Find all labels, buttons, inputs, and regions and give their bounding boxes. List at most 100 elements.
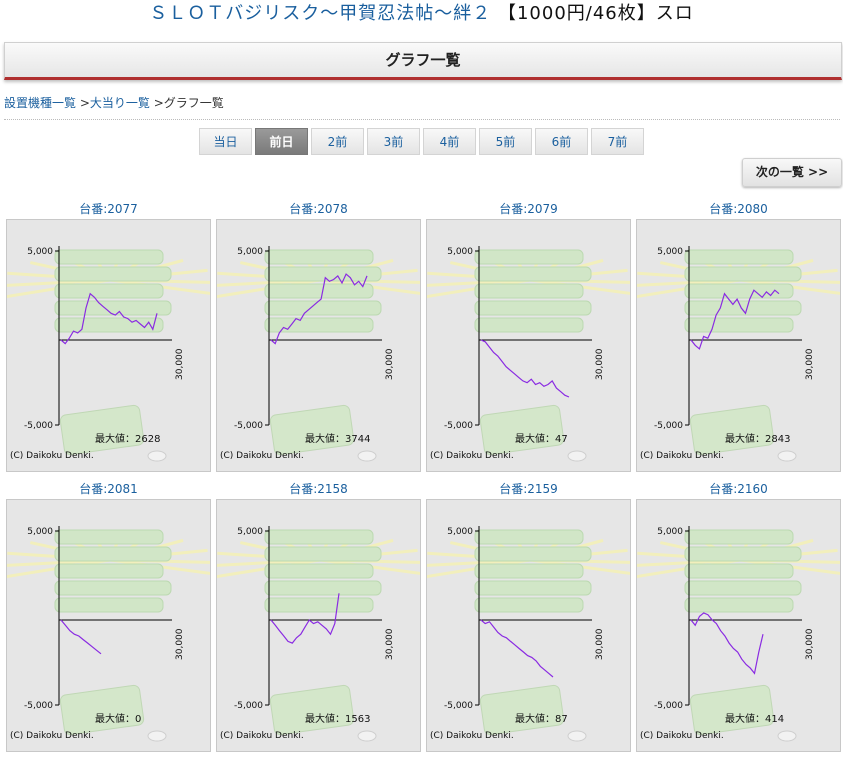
- machine-number-link[interactable]: 台番:2081: [6, 479, 211, 499]
- copyright-text: (C) Daikoku Denki.: [640, 731, 724, 741]
- max-value: 最大値：87: [515, 710, 568, 725]
- machine-number-link[interactable]: 台番:2079: [426, 199, 631, 219]
- y-min-label: -5,000: [24, 421, 53, 431]
- slump-graph[interactable]: 5,000 -5,000 30,000 最大値：3744 (C) Daikoku Den…: [216, 219, 421, 472]
- max-value-number: 1563: [345, 714, 371, 725]
- max-value-number: 3744: [345, 434, 371, 445]
- machine-number-link[interactable]: 台番:2077: [6, 199, 211, 219]
- max-value-number: 47: [555, 434, 568, 445]
- copyright-text: (C) Daikoku Denki.: [10, 451, 94, 461]
- breadcrumb-separator: >: [76, 96, 90, 110]
- slump-graph[interactable]: 5,000 -5,000 30,000 最大値：2628 (C) Daikoku Den…: [6, 219, 211, 472]
- y-min-label: -5,000: [654, 701, 683, 711]
- x-tick-label: 30,000: [175, 348, 185, 380]
- machine-number-link[interactable]: 台番:2160: [636, 479, 841, 499]
- y-max-label: 5,000: [237, 527, 263, 537]
- max-value: 最大値：47: [515, 430, 568, 445]
- machine-graph-card: 台番:2077 5,000 -5,000 30,000 最大値：2628 (C) Daik…: [6, 199, 211, 472]
- tab-day-5[interactable]: 5前: [479, 128, 532, 155]
- y-max-label: 5,000: [237, 247, 263, 257]
- day-tabs: 当日 前日 2前 3前 4前 5前 6前 7前: [199, 128, 644, 155]
- max-value-number: 414: [765, 714, 785, 725]
- max-value-prefix: 最大値：: [515, 434, 555, 445]
- tab-day-1[interactable]: 前日: [255, 128, 308, 155]
- next-list-button[interactable]: 次の一覧 >>: [742, 158, 842, 187]
- breadcrumb: 設置機種一覧 >大当り一覧 >グラフ一覧: [4, 94, 224, 111]
- slump-graph[interactable]: 5,000 -5,000 30,000 最大値：47 (C) Daikoku Denki…: [426, 219, 631, 472]
- copyright-text: (C) Daikoku Denki.: [10, 731, 94, 741]
- machine-number-link[interactable]: 台番:2159: [426, 479, 631, 499]
- x-tick-label: 30,000: [595, 628, 605, 660]
- max-value-prefix: 最大値：: [725, 714, 765, 725]
- tab-day-2[interactable]: 2前: [311, 128, 364, 155]
- y-max-label: 5,000: [657, 527, 683, 537]
- breadcrumb-jackpot-list[interactable]: 大当り一覧: [90, 96, 150, 110]
- tab-day-3[interactable]: 3前: [367, 128, 420, 155]
- machine-graph-card: 台番:2159 5,000 -5,000 30,000 最大値：87 (C) Daikok…: [426, 479, 631, 752]
- copyright-text: (C) Daikoku Denki.: [640, 451, 724, 461]
- max-value: 最大値：414: [725, 710, 784, 725]
- breadcrumb-machine-list[interactable]: 設置機種一覧: [4, 96, 76, 110]
- y-max-label: 5,000: [27, 247, 53, 257]
- max-value-prefix: 最大値：: [305, 714, 345, 725]
- max-value-number: 87: [555, 714, 568, 725]
- y-max-label: 5,000: [447, 527, 473, 537]
- y-min-label: -5,000: [654, 421, 683, 431]
- machine-graph-card: 台番:2081 5,000 -5,000 30,000 最大値：0 (C) Daikoku…: [6, 479, 211, 752]
- max-value-prefix: 最大値：: [515, 714, 555, 725]
- x-tick-label: 30,000: [385, 628, 395, 660]
- max-value-number: 0: [135, 714, 142, 725]
- slump-line: [60, 619, 102, 655]
- tab-day-4[interactable]: 4前: [423, 128, 476, 155]
- slump-graph[interactable]: 5,000 -5,000 30,000 最大値：87 (C) Daikoku Denki…: [426, 499, 631, 752]
- slump-line: [480, 339, 570, 398]
- max-value-number: 2843: [765, 434, 791, 445]
- max-value: 最大値：2843: [725, 430, 790, 445]
- max-value: 最大値：3744: [305, 430, 370, 445]
- max-value-prefix: 最大値：: [95, 714, 135, 725]
- max-value: 最大値：1563: [305, 710, 370, 725]
- y-max-label: 5,000: [447, 247, 473, 257]
- y-max-label: 5,000: [27, 527, 53, 537]
- x-tick-label: 30,000: [175, 628, 185, 660]
- machine-graph-card: 台番:2160 5,000 -5,000 30,000 最大値：414 (C) Daiko…: [636, 479, 841, 752]
- x-tick-label: 30,000: [805, 628, 815, 660]
- rate-info: 【1000円/46枚】スロ: [497, 3, 694, 24]
- machine-graph-card: 台番:2080 5,000 -5,000 30,000 最大値：2843 (C) Daik…: [636, 199, 841, 472]
- y-min-label: -5,000: [444, 701, 473, 711]
- copyright-text: (C) Daikoku Denki.: [430, 731, 514, 741]
- section-header: グラフ一覧: [4, 42, 842, 80]
- machine-number-link[interactable]: 台番:2158: [216, 479, 421, 499]
- slump-graph[interactable]: 5,000 -5,000 30,000 最大値：0 (C) Daikoku Denki.: [6, 499, 211, 752]
- y-min-label: -5,000: [24, 701, 53, 711]
- slump-graph[interactable]: 5,000 -5,000 30,000 最大値：414 (C) Daikoku Denk…: [636, 499, 841, 752]
- max-value-prefix: 最大値：: [725, 434, 765, 445]
- y-min-label: -5,000: [444, 421, 473, 431]
- machine-graph-card: 台番:2079 5,000 -5,000 30,000 最大値：47 (C) Daikok…: [426, 199, 631, 472]
- machine-number-link[interactable]: 台番:2080: [636, 199, 841, 219]
- tab-day-6[interactable]: 6前: [535, 128, 588, 155]
- copyright-text: (C) Daikoku Denki.: [220, 731, 304, 741]
- y-min-label: -5,000: [234, 421, 263, 431]
- breadcrumb-current: グラフ一覧: [163, 96, 224, 110]
- max-value: 最大値：0: [95, 710, 141, 725]
- max-value-prefix: 最大値：: [305, 434, 345, 445]
- breadcrumb-separator: >: [149, 96, 164, 110]
- slump-line: [480, 619, 554, 678]
- slump-line: [690, 612, 764, 675]
- machine-number-link[interactable]: 台番:2078: [216, 199, 421, 219]
- x-tick-label: 30,000: [805, 348, 815, 380]
- max-value-number: 2628: [135, 434, 161, 445]
- tab-day-0[interactable]: 当日: [199, 128, 252, 155]
- x-tick-label: 30,000: [385, 348, 395, 380]
- max-value: 最大値：2628: [95, 430, 160, 445]
- machine-graph-card: 台番:2158 5,000 -5,000 30,000 最大値：1563 (C) Daik…: [216, 479, 421, 752]
- tab-day-7[interactable]: 7前: [591, 128, 644, 155]
- y-max-label: 5,000: [657, 247, 683, 257]
- max-value-prefix: 最大値：: [95, 434, 135, 445]
- y-min-label: -5,000: [234, 701, 263, 711]
- slump-graph[interactable]: 5,000 -5,000 30,000 最大値：1563 (C) Daikoku Den…: [216, 499, 421, 752]
- machine-graph-card: 台番:2078 5,000 -5,000 30,000 最大値：3744 (C) Daik…: [216, 199, 421, 472]
- slump-graph[interactable]: 5,000 -5,000 30,000 最大値：2843 (C) Daikoku Den…: [636, 219, 841, 472]
- page-title: ＳＬＯＴバジリスク～甲賀忍法帖～絆２ 【1000円/46枚】スロ: [0, 0, 843, 30]
